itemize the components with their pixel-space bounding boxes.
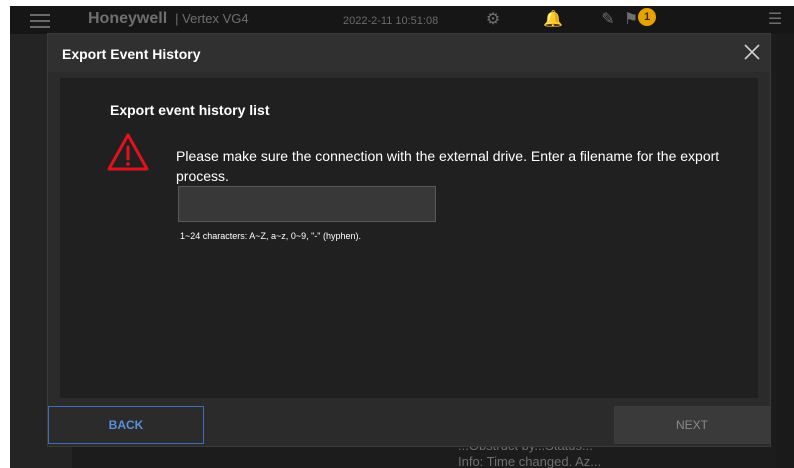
background-event-line: Info: Time changed. Az... [458,454,602,468]
back-button[interactable]: BACK [48,406,204,444]
brand-name: Honeywell [88,10,168,27]
next-button[interactable]: NEXT [614,406,770,444]
device-status-icon[interactable]: ⚙ [480,9,506,31]
export-event-history-dialog: Export Event History Export event histor… [48,34,770,446]
dialog-header: Export Event History [48,34,770,72]
settings-icon[interactable]: ☰ [762,9,788,31]
close-icon[interactable] [740,40,764,64]
top-bar: Honeywell | Vertex VG4 2022-2-11 10:51:08… [10,6,794,34]
alarm-badge: 1 [638,8,656,26]
warning-icon [107,133,149,171]
brand-logo: Honeywell | Vertex VG4 [88,10,249,28]
dialog-body: Export event history list Please make su… [60,78,758,398]
datetime: 2022-2-11 10:51:08 [343,15,439,27]
menu-icon[interactable] [30,14,50,32]
instruction-message: Please make sure the connection with the… [176,148,720,184]
product-name: | Vertex VG4 [175,11,249,26]
section-title: Export event history list [110,102,270,118]
filename-hint: 1~24 characters: A~Z, a~z, 0~9, "-" (hyp… [180,231,361,241]
bell-icon[interactable]: 🔔 [540,9,566,31]
dialog-title: Export Event History [62,46,201,62]
device-screen: Honeywell | Vertex VG4 2022-2-11 10:51:08… [10,6,794,468]
filename-input[interactable] [178,186,436,222]
right-column [776,34,794,468]
